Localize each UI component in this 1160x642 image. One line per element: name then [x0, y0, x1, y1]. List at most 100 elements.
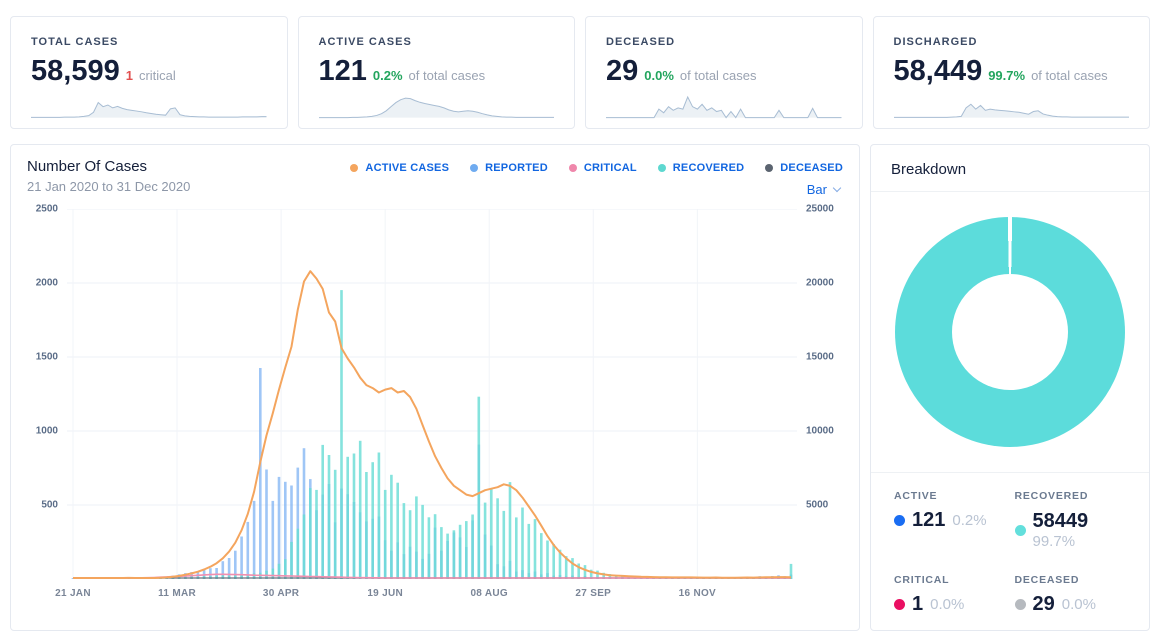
y-axis-tick-label: 1500	[36, 352, 58, 363]
x-axis-tick-label: 30 APR	[263, 588, 299, 599]
donut-hole	[952, 274, 1068, 390]
legend-item-recovered[interactable]: RECOVERED	[658, 162, 744, 174]
chart-plot-area	[67, 209, 797, 579]
card-extra-label: of total cases	[409, 68, 486, 83]
card-value-row: 58,599 1 critical	[31, 55, 267, 88]
card-value: 29	[606, 55, 638, 88]
y-axis-tick-label: 10000	[806, 426, 834, 437]
card-value-row: 29 0.0% of total cases	[606, 55, 842, 88]
chart-date-range: 21 Jan 2020 to 31 Dec 2020	[27, 179, 190, 194]
legend-item-deceased[interactable]: DECEASED	[765, 162, 843, 174]
y-axis-tick-label: 5000	[806, 500, 828, 511]
chart-type-selector[interactable]: Bar	[807, 182, 840, 197]
legend-label: CRITICAL	[584, 162, 637, 174]
stat-row: 29 0.0%	[1015, 593, 1136, 616]
card-title: TOTAL CASES	[31, 36, 267, 48]
x-axis-tick-label: 16 NOV	[679, 588, 716, 599]
stat-value-stack: 58449 99.7%	[1033, 509, 1089, 551]
stat-percent: 99.7%	[1033, 533, 1089, 551]
chevron-down-icon	[833, 183, 841, 191]
stat-value: 1	[912, 593, 923, 616]
chart-title: Number Of Cases	[27, 158, 190, 175]
stat-label: ACTIVE	[894, 490, 1015, 502]
y-axis-tick-label: 2500	[36, 204, 58, 215]
chart-controls: ACTIVE CASES REPORTED CRITICAL RECOVERED DEC…	[350, 158, 843, 197]
legend-dot-icon	[350, 164, 358, 172]
discharged-card: DISCHARGED 58,449 99.7% of total cases	[873, 16, 1151, 129]
breakdown-stats: ACTIVE 121 0.2% RECOVERED 58449 99.7%	[871, 472, 1149, 630]
card-extra-label: of total cases	[1031, 68, 1108, 83]
card-value: 121	[319, 55, 367, 88]
card-extra-label: critical	[139, 68, 176, 83]
breakdown-donut-chart	[895, 217, 1125, 447]
x-axis-tick-label: 11 MAR	[158, 588, 196, 599]
card-title: DISCHARGED	[894, 36, 1130, 48]
sparkline-chart	[31, 91, 267, 119]
stat-row: 58449 99.7%	[1015, 509, 1136, 551]
legend-item-reported[interactable]: REPORTED	[470, 162, 548, 174]
stat-value: 121	[912, 509, 945, 532]
y-axis-tick-label: 25000	[806, 204, 834, 215]
total-cases-card: TOTAL CASES 58,599 1 critical	[10, 16, 288, 129]
legend-item-critical[interactable]: CRITICAL	[569, 162, 637, 174]
plot-row: 2500200015001000500 25000200001500010000…	[23, 209, 847, 579]
legend-label: REPORTED	[485, 162, 548, 174]
x-axis-tick-label: 08 AUG	[470, 588, 508, 599]
legend-dot-icon	[658, 164, 666, 172]
stat-label: CRITICAL	[894, 574, 1015, 586]
chart-titles: Number Of Cases 21 Jan 2020 to 31 Dec 20…	[27, 158, 190, 197]
chart-type-selector-label: Bar	[807, 182, 827, 197]
covid-dashboard: TOTAL CASES 58,599 1 critical ACTIVE CAS…	[0, 0, 1160, 641]
card-title: DECEASED	[606, 36, 842, 48]
y-axis-tick-label: 20000	[806, 278, 834, 289]
x-axis: 21 JAN11 MAR30 APR19 JUN08 AUG27 SEP16 N…	[67, 581, 797, 607]
x-axis-tick-label: 27 SEP	[575, 588, 611, 599]
donut-area	[871, 192, 1149, 472]
legend-label: RECOVERED	[673, 162, 744, 174]
stat-row: 1 0.0%	[894, 593, 1015, 616]
active-dot-icon	[894, 515, 905, 526]
sparkline-chart	[894, 91, 1130, 119]
deceased-dot-icon	[1015, 599, 1026, 610]
breakdown-panel: Breakdown ACTIVE 121 0.2% RECOVERED	[870, 144, 1150, 631]
x-axis-tick-label: 19 JUN	[367, 588, 403, 599]
chart-legend: ACTIVE CASES REPORTED CRITICAL RECOVERED DEC…	[350, 162, 843, 174]
stat-label: DECEASED	[1015, 574, 1136, 586]
cases-chart-canvas	[67, 209, 797, 579]
y-axis-tick-label: 500	[41, 500, 58, 511]
recovered-dot-icon	[1015, 525, 1026, 536]
legend-dot-icon	[470, 164, 478, 172]
cases-chart-panel: Number Of Cases 21 Jan 2020 to 31 Dec 20…	[10, 144, 860, 631]
breakdown-title: Breakdown	[871, 145, 1149, 192]
breakdown-stat-deceased: DECEASED 29 0.0%	[1015, 574, 1136, 616]
stat-label: RECOVERED	[1015, 490, 1136, 502]
right-y-axis: 250002000015000100005000	[797, 209, 847, 579]
card-value-row: 58,449 99.7% of total cases	[894, 55, 1130, 88]
stat-percent: 0.0%	[1062, 596, 1096, 613]
deceased-card: DECEASED 29 0.0% of total cases	[585, 16, 863, 129]
y-axis-tick-label: 2000	[36, 278, 58, 289]
stat-percent: 0.2%	[952, 512, 986, 529]
legend-label: DECEASED	[780, 162, 843, 174]
stat-value: 58449	[1033, 509, 1089, 533]
y-axis-tick-label: 15000	[806, 352, 834, 363]
stat-row: 121 0.2%	[894, 509, 1015, 532]
sparkline-chart	[319, 91, 555, 119]
stat-percent: 0.0%	[930, 596, 964, 613]
legend-dot-icon	[765, 164, 773, 172]
card-extra-value: 0.2%	[373, 68, 403, 83]
breakdown-stat-critical: CRITICAL 1 0.0%	[894, 574, 1015, 616]
y-axis-tick-label: 1000	[36, 426, 58, 437]
card-extra-label: of total cases	[680, 68, 757, 83]
legend-item-active-cases[interactable]: ACTIVE CASES	[350, 162, 449, 174]
x-axis-tick-label: 21 JAN	[55, 588, 91, 599]
chart-header: Number Of Cases 21 Jan 2020 to 31 Dec 20…	[11, 145, 859, 197]
breakdown-stat-active: ACTIVE 121 0.2%	[894, 490, 1015, 551]
card-extra-value: 0.0%	[644, 68, 674, 83]
card-title: ACTIVE CASES	[319, 36, 555, 48]
breakdown-stat-recovered: RECOVERED 58449 99.7%	[1015, 490, 1136, 551]
main-content: Number Of Cases 21 Jan 2020 to 31 Dec 20…	[10, 144, 1150, 631]
legend-label: ACTIVE CASES	[365, 162, 449, 174]
legend-dot-icon	[569, 164, 577, 172]
critical-dot-icon	[894, 599, 905, 610]
